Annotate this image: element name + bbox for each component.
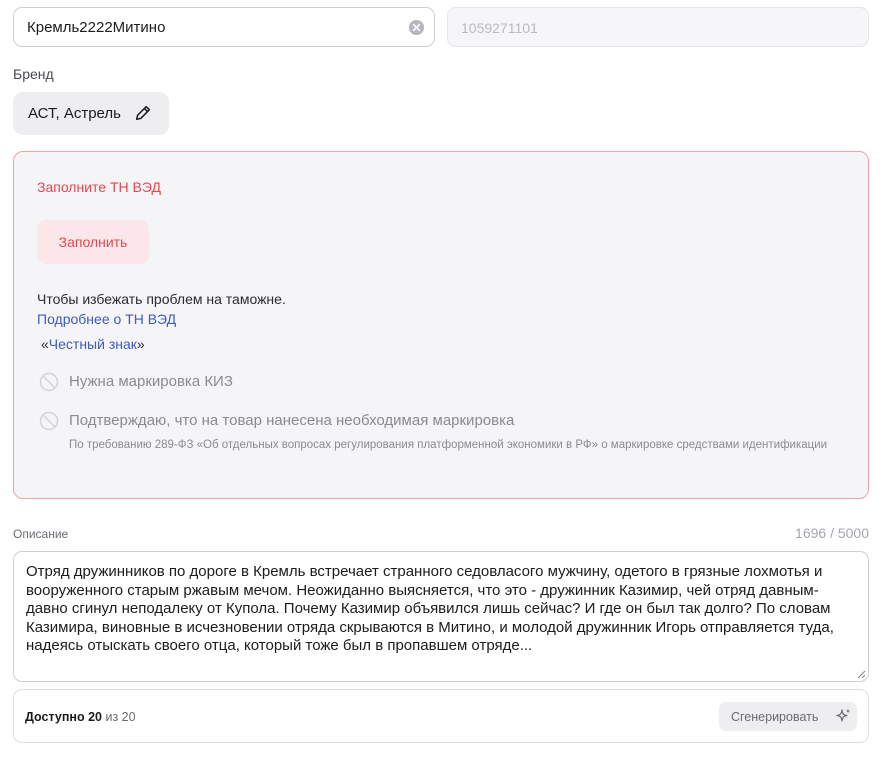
checkbox-disabled-icon[interactable] bbox=[39, 411, 59, 431]
tnved-warning-panel: Заполните ТН ВЭД Заполнить Чтобы избежат… bbox=[13, 151, 869, 499]
tnved-more-link[interactable]: Подробнее о ТН ВЭД bbox=[37, 311, 176, 327]
brand-chip[interactable]: АСТ, Астрель bbox=[13, 92, 169, 135]
description-textarea[interactable]: Отряд дружинников по дороге в Кремль вст… bbox=[13, 551, 869, 682]
description-label: Описание bbox=[13, 527, 69, 541]
honest-sign-link[interactable]: Честный знак bbox=[49, 336, 137, 352]
fill-tnved-button[interactable]: Заполнить bbox=[37, 220, 149, 264]
tnved-warning-title: Заполните ТН ВЭД bbox=[37, 179, 161, 195]
generations-total: из 20 bbox=[105, 710, 136, 724]
product-code-placeholder: 1059271101 bbox=[461, 20, 538, 36]
fill-tnved-button-label: Заполнить bbox=[58, 234, 128, 250]
generate-description-bar: Доступно 20 из 20 Сгенерировать bbox=[13, 689, 869, 743]
clear-icon[interactable] bbox=[408, 19, 425, 36]
confirm-marking-label: Подтверждаю, что на товар нанесена необх… bbox=[69, 412, 515, 429]
generate-button[interactable]: Сгенерировать bbox=[719, 702, 857, 731]
generate-button-label: Сгенерировать bbox=[731, 710, 819, 724]
sparkle-icon bbox=[836, 709, 850, 722]
honest-sign-open-quote: « bbox=[41, 336, 49, 352]
honest-sign-close-quote: » bbox=[136, 336, 145, 352]
product-name-value: Кремль2222Митино bbox=[27, 19, 166, 36]
product-code-input[interactable]: 1059271101 bbox=[447, 7, 869, 47]
pencil-icon[interactable] bbox=[134, 104, 152, 122]
checkbox-disabled-icon[interactable] bbox=[39, 372, 59, 392]
brand-label: Бренд bbox=[13, 66, 54, 82]
product-name-input[interactable]: Кремль2222Митино bbox=[13, 7, 435, 47]
generations-available-count: Доступно 20 bbox=[25, 710, 102, 724]
generations-available: Доступно 20 из 20 bbox=[25, 710, 136, 724]
honest-sign-row: «Честный знак» bbox=[41, 336, 145, 352]
confirm-marking-note: По требованию 289-ФЗ «Об отдельных вопро… bbox=[69, 439, 828, 451]
brand-value: АСТ, Астрель bbox=[28, 105, 121, 122]
kiz-checkbox-label: Нужна маркировка КИЗ bbox=[69, 373, 233, 390]
resize-grip-icon[interactable] bbox=[854, 667, 866, 679]
description-text: Отряд дружинников по дороге в Кремль вст… bbox=[26, 563, 834, 655]
description-char-counter: 1696 / 5000 bbox=[795, 525, 869, 541]
tnved-hint: Чтобы избежать проблем на таможне. bbox=[37, 291, 286, 307]
